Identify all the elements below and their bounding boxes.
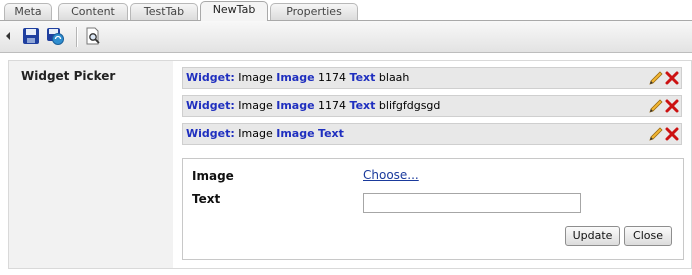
widget-text-key: Text [318, 127, 344, 140]
widget-type: Image [238, 71, 273, 84]
property-panel: Widget Picker Widget: Image Image 1174 T… [8, 60, 692, 269]
collapse-arrow-icon[interactable] [6, 32, 10, 40]
widget-text-value: blaah [378, 71, 410, 84]
widget-image-key: Image [276, 127, 315, 140]
widget-row-text: Widget: Image Image 1174 Text blifgfdgsg… [186, 96, 440, 116]
save-icon[interactable] [22, 27, 40, 45]
widget-row-text: Widget: Image Image Text [186, 124, 344, 144]
widget-row: Widget: Image Image 1174 Text blifgfdgsg… [182, 95, 682, 117]
choose-image-link[interactable]: Choose... [363, 168, 419, 182]
close-button[interactable]: Close [624, 226, 672, 246]
save-publish-icon[interactable] [46, 27, 64, 45]
widget-row-text: Widget: Image Image 1174 Text blaah [186, 68, 409, 88]
delete-icon[interactable] [664, 98, 680, 114]
delete-icon[interactable] [664, 70, 680, 86]
field-label-column: Widget Picker [9, 61, 173, 268]
widget-text-key: Text [349, 71, 376, 84]
widget-type: Image [238, 99, 273, 112]
edit-pencil-icon[interactable] [648, 98, 664, 114]
edit-pencil-icon[interactable] [648, 70, 664, 86]
widget-row: Widget: Image Image 1174 Text blaah [182, 67, 682, 89]
widget-text-value: blifgfdgsgd [378, 99, 441, 112]
preview-icon[interactable] [84, 27, 102, 45]
update-button[interactable]: Update [565, 226, 620, 246]
tab-meta[interactable]: Meta [4, 3, 52, 20]
text-label: Text [192, 192, 221, 206]
widget-image-value: 1174 [318, 99, 347, 112]
toolbar [0, 21, 692, 53]
widget-text-key: Text [349, 99, 376, 112]
widget-prefix: Widget: [186, 127, 235, 140]
widget-prefix: Widget: [186, 99, 235, 112]
tab-newtab[interactable]: NewTab [200, 1, 268, 22]
widget-edit-form: Image Choose... Text Update Close [182, 158, 684, 260]
tab-content[interactable]: Content [58, 3, 128, 20]
delete-icon[interactable] [664, 126, 680, 142]
tab-bar: Meta Content TestTab NewTab Properties [0, 0, 692, 22]
text-field[interactable] [363, 193, 581, 213]
widget-image-value: 1174 [318, 71, 347, 84]
widget-image-key: Image [276, 71, 315, 84]
tab-properties[interactable]: Properties [270, 3, 358, 20]
widget-image-key: Image [276, 99, 315, 112]
widget-picker-label: Widget Picker [21, 69, 116, 83]
widget-row: Widget: Image Image Text [182, 123, 682, 145]
widget-prefix: Widget: [186, 71, 235, 84]
image-label: Image [192, 169, 234, 183]
widget-type: Image [238, 127, 273, 140]
edit-pencil-icon[interactable] [648, 126, 664, 142]
tab-testtab[interactable]: TestTab [130, 3, 198, 20]
toolbar-separator [76, 27, 78, 47]
